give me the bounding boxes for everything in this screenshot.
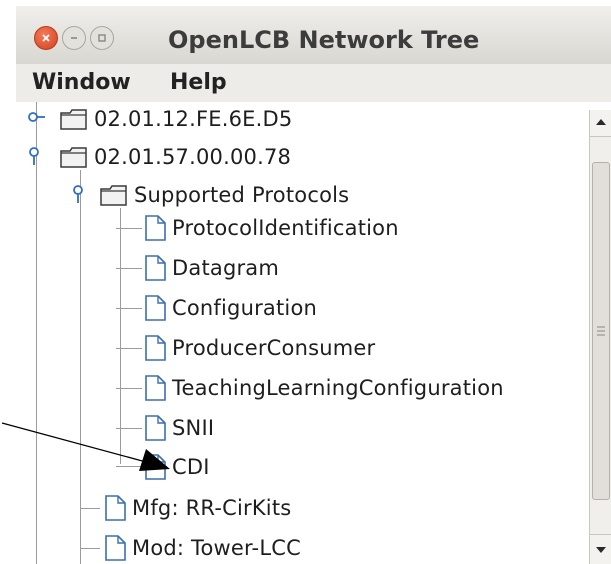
expanded-handle-icon[interactable] (72, 184, 84, 204)
tree-guide-line (36, 102, 37, 564)
tree-node-label: SNII (172, 416, 215, 440)
tree-guide-line (80, 548, 100, 549)
tree-node-label: Mfg: RR-CirKits (132, 496, 292, 520)
vertical-scrollbar[interactable] (589, 110, 611, 564)
tree-node-label: ProtocolIdentification (172, 216, 399, 240)
tree-node-label: 02.01.12.FE.6E.D5 (94, 107, 293, 131)
tree-node[interactable]: Mfg: RR-CirKits (104, 491, 291, 525)
app-window: OpenLCB Network Tree Window Help 02.01.1… (16, 0, 611, 564)
minimize-icon (71, 37, 77, 39)
folder-open-icon (100, 185, 127, 206)
tree-node-label: TeachingLearningConfiguration (172, 376, 504, 400)
window-title: OpenLCB Network Tree (168, 26, 480, 54)
title-bar: OpenLCB Network Tree (16, 6, 611, 65)
menu-window[interactable]: Window (32, 70, 131, 95)
document-icon (145, 415, 166, 441)
document-icon (145, 295, 166, 321)
tree-guide-line (116, 308, 142, 309)
tree-guide-line (116, 268, 142, 269)
tree-node[interactable]: TeachingLearningConfiguration (144, 371, 504, 405)
tree-node[interactable]: Supported Protocols (100, 178, 349, 212)
network-tree: 02.01.12.FE.6E.D5 02.01.57.00.00.78 Supp… (16, 102, 589, 564)
menu-bar: Window Help (16, 64, 611, 102)
folder-open-icon (60, 147, 87, 168)
tree-node-label: CDI (172, 455, 210, 479)
tree-node[interactable]: Datagram (144, 251, 279, 285)
tree-node[interactable]: ProtocolIdentification (144, 211, 399, 245)
tree-guide-line (80, 508, 100, 509)
document-icon (145, 255, 166, 281)
arrow-down-icon (596, 547, 606, 553)
maximize-icon (98, 34, 106, 42)
tree-node-label: 02.01.57.00.00.78 (94, 145, 292, 169)
grip-icon (597, 326, 605, 336)
tree-node-label: ProducerConsumer (172, 336, 376, 360)
tree-guide-line (116, 388, 142, 389)
tree-guide-line (80, 170, 81, 564)
document-icon (145, 335, 166, 361)
tree-guide-line (116, 428, 142, 429)
close-icon (42, 34, 50, 42)
scrollbar-thumb[interactable] (592, 162, 610, 500)
document-icon (145, 215, 166, 241)
tree-node[interactable]: Mod: Tower-LCC (104, 531, 301, 564)
tree-node[interactable]: ProducerConsumer (144, 331, 375, 365)
arrow-up-icon (596, 119, 606, 125)
tree-node-label: Supported Protocols (134, 183, 350, 207)
maximize-button[interactable] (90, 26, 114, 50)
folder-icon (60, 109, 87, 130)
document-icon (105, 535, 126, 561)
minimize-button[interactable] (62, 26, 86, 50)
scroll-down-button[interactable] (590, 534, 611, 564)
tree-node[interactable]: SNII (144, 411, 214, 445)
close-button[interactable] (34, 26, 58, 50)
tree-node[interactable]: 02.01.57.00.00.78 (60, 140, 291, 174)
collapsed-handle-icon[interactable] (28, 110, 46, 124)
document-icon (105, 495, 126, 521)
scroll-up-button[interactable] (590, 110, 611, 137)
document-icon (145, 375, 166, 401)
tree-node[interactable]: 02.01.12.FE.6E.D5 (60, 102, 292, 136)
expanded-handle-icon[interactable] (28, 146, 40, 166)
tree-node-label: Datagram (172, 256, 280, 280)
tree-node-label: Configuration (172, 296, 318, 320)
tree-guide-line (116, 348, 142, 349)
tree-node-label: Mod: Tower-LCC (132, 536, 301, 560)
tree-guide-line (116, 228, 142, 229)
menu-help[interactable]: Help (170, 70, 227, 95)
tree-guide-line (116, 466, 142, 467)
document-icon (145, 454, 166, 480)
tree-guide-line (120, 208, 121, 464)
tree-node[interactable]: Configuration (144, 291, 317, 325)
tree-node[interactable]: CDI (144, 450, 210, 484)
